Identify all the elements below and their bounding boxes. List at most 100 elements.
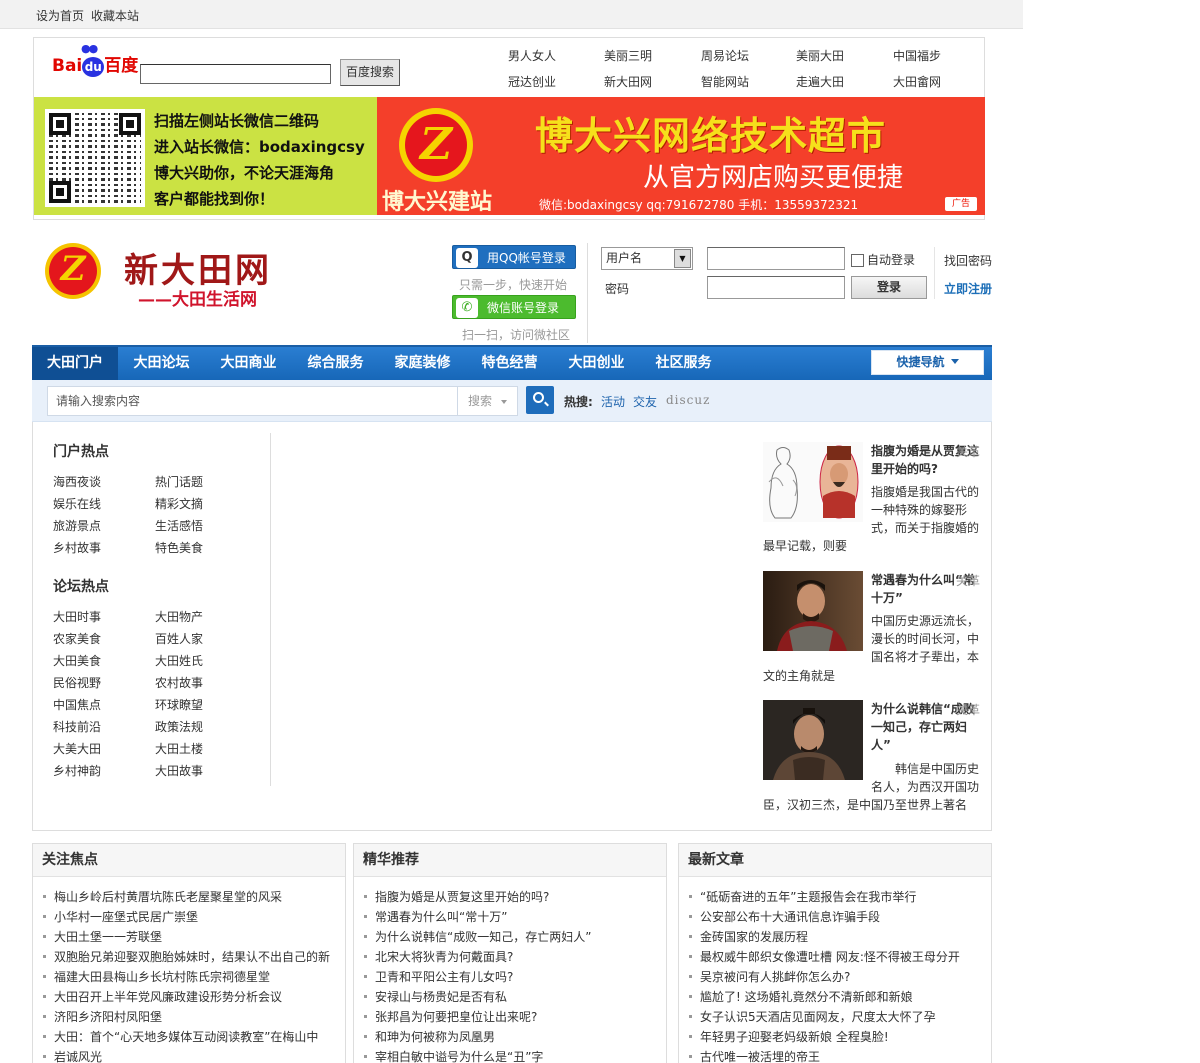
list-item[interactable]: 双胞胎兄弟迎娶双胞胎姊妹时，结果认不出自己的新 [43,948,330,965]
baidu-search-button[interactable]: 百度搜索 [340,59,400,86]
story-thumbnail[interactable] [763,442,863,522]
forum-hot-link[interactable]: 中国焦点 [53,696,101,713]
ad-link[interactable]: 男人女人 [508,47,556,64]
forum-hot-link[interactable]: 大美大田 [53,740,101,757]
chevron-down-icon [501,400,507,404]
story-author: 关革 [956,574,981,588]
hot-search-word[interactable]: discuz [666,393,710,407]
portal-hot-link[interactable]: 精彩文摘 [155,495,203,512]
list-item[interactable]: 北宋大将狄青为何戴面具? [364,948,513,965]
nav-item-decoration[interactable]: 家庭装修 [379,347,466,380]
divider [270,433,271,786]
story-thumbnail[interactable] [763,571,863,651]
portal-hot-link[interactable]: 旅游景点 [53,517,101,534]
password-input[interactable] [707,276,845,299]
nav-item-startup[interactable]: 大田创业 [553,347,640,380]
forum-hot-link[interactable]: 百姓人家 [155,630,203,647]
baidu-search-input[interactable] [140,64,331,84]
nav-item-specialty[interactable]: 特色经营 [466,347,553,380]
nav-item-services[interactable]: 综合服务 [292,347,379,380]
wechat-login-button[interactable]: ✆ 微信账号登录 [452,295,576,319]
list-item[interactable]: 安禄山与杨贵妃是否有私 [364,988,507,1005]
nav-item-business[interactable]: 大田商业 [205,347,292,380]
search-button[interactable] [526,386,554,414]
search-input[interactable]: 请输入搜索内容 [47,386,458,416]
forum-hot-link[interactable]: 大田土楼 [155,740,203,757]
ad-link[interactable]: 周易论坛 [701,47,749,64]
ad-link[interactable]: 新大田网 [604,73,652,90]
list-item[interactable]: 宰相白敏中谥号为什么是“丑”字 [364,1048,543,1063]
list-item[interactable]: 大田土堡一一芳联堡 [43,928,162,945]
list-item[interactable]: 吴京被问有人挑衅你怎么办? [689,968,850,985]
nav-item-portal[interactable]: 大田门户 [32,347,118,380]
portal-hot-link[interactable]: 娱乐在线 [53,495,101,512]
ad-link[interactable]: 智能网站 [701,73,749,90]
portal-hot-link[interactable]: 海西夜谈 [53,473,101,490]
ad-link[interactable]: 冠达创业 [508,73,556,90]
forum-hot-link[interactable]: 科技前沿 [53,718,101,735]
site-logo-icon[interactable]: Z [45,243,105,299]
forum-hot-link[interactable]: 环球瞭望 [155,696,203,713]
portal-hot-link[interactable]: 生活感悟 [155,517,203,534]
forum-hot-link[interactable]: 大田时事 [53,608,101,625]
portal-hot-link[interactable]: 乡村故事 [53,539,101,556]
find-password-link[interactable]: 找回密码 [944,252,992,269]
ad-link[interactable]: 走遍大田 [796,73,844,90]
username-input[interactable] [707,247,845,270]
search-type-select[interactable]: 搜索 [457,386,518,416]
login-type-select[interactable]: 用户名 ▼ [601,247,693,270]
list-item[interactable]: 大田召开上半年党风廉政建设形势分析会议 [43,988,282,1005]
hot-search-label: 热搜: [564,395,593,409]
portal-hot-link[interactable]: 热门话题 [155,473,203,490]
nav-item-forum[interactable]: 大田论坛 [118,347,205,380]
list-item[interactable]: 常遇春为什么叫“常十万” [364,908,507,925]
list-item[interactable]: 指腹为婚是从贾复这里开始的吗? [364,888,549,905]
list-item[interactable]: 济阳乡济阳村凤阳堡 [43,1008,162,1025]
ad-link[interactable]: 中国福步 [893,47,941,64]
forum-hot-link[interactable]: 大田姓氏 [155,652,203,669]
register-link[interactable]: 立即注册 [944,280,992,297]
portal-hot-link[interactable]: 特色美食 [155,539,203,556]
list-item[interactable]: “砥砺奋进的五年”主题报告会在我市举行 [689,888,916,905]
list-item[interactable]: 最权威牛郎织女像遭吐槽 网友:怪不得被王母分开 [689,948,960,965]
forum-hot-link[interactable]: 大田物产 [155,608,203,625]
list-item[interactable]: 女子认识5天酒店见面网友，尺度太大怀了孕 [689,1008,936,1025]
list-item[interactable]: 张邦昌为何要把皇位让出来呢? [364,1008,537,1025]
list-item[interactable]: 大田：首个“心天地多媒体互动阅读教室”在梅山中 [43,1028,318,1045]
list-item[interactable]: 卫青和平阳公主有儿女吗? [364,968,513,985]
ad-link[interactable]: 美丽大田 [796,47,844,64]
forum-hot-link[interactable]: 政策法规 [155,718,203,735]
list-item[interactable]: 金砖国家的发展历程 [689,928,808,945]
bodaxing-banner[interactable]: Z 博大兴网络技术超市 从官方网店购买更便捷 博大兴建站 微信:bodaxing… [377,97,985,215]
login-button[interactable]: 登录 [851,276,927,299]
hot-search-word[interactable]: 活动 [601,393,625,410]
list-item[interactable]: 年轻男子迎娶老妈级新娘 全程臭脸! [689,1028,889,1045]
auto-login-checkbox[interactable]: 自动登录 [851,251,915,268]
list-item[interactable]: 古代唯一被活埋的帝王 [689,1048,820,1063]
wechat-qr-ad[interactable]: 扫描左侧站长微信二维码 进入站长微信：bodaxingcsy 博大兴助你，不论天… [34,97,377,215]
story-thumbnail[interactable] [763,700,863,780]
qq-login-button[interactable]: Q 用QQ帐号登录 [452,245,576,269]
list-item[interactable]: 小华村一座堡式民居广崇堡 [43,908,198,925]
list-item[interactable]: 梅山乡岭后村黄厝坑陈氏老屋聚星堂的风采 [43,888,282,905]
bookmark-link[interactable]: 收藏本站 [91,7,139,24]
forum-hot-link[interactable]: 农村故事 [155,674,203,691]
forum-hot-link[interactable]: 大田美食 [53,652,101,669]
list-item[interactable]: 为什么说韩信“成败一知己，存亡两妇人” [364,928,591,945]
forum-hot-link[interactable]: 农家美食 [53,630,101,647]
quick-nav-button[interactable]: 快捷导航 [871,350,984,375]
wechat-icon: ✆ [456,298,478,318]
list-item[interactable]: 公安部公布十大通讯信息诈骗手段 [689,908,880,925]
list-item[interactable]: 和珅为何被称为凤凰男 [364,1028,495,1045]
list-item[interactable]: 福建大田县梅山乡长坑村陈氏宗祠德星堂 [43,968,270,985]
list-item[interactable]: 岩诚风光 [43,1048,102,1063]
set-homepage-link[interactable]: 设为首页 [36,7,84,24]
forum-hot-link[interactable]: 大田故事 [155,762,203,779]
forum-hot-link[interactable]: 民俗视野 [53,674,101,691]
forum-hot-link[interactable]: 乡村神韵 [53,762,101,779]
list-item[interactable]: 尴尬了! 这场婚礼竟然分不清新郎和新娘 [689,988,913,1005]
hot-search-word[interactable]: 交友 [633,393,657,410]
ad-link[interactable]: 大田畲网 [893,73,941,90]
nav-item-community[interactable]: 社区服务 [640,347,727,380]
ad-link[interactable]: 美丽三明 [604,47,652,64]
